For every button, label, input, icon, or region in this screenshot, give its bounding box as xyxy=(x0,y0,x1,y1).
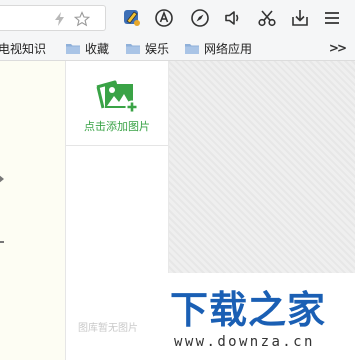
download-icon[interactable] xyxy=(290,8,310,28)
bookmark-tv-knowledge[interactable]: 电视知识 xyxy=(0,36,46,60)
folder-icon xyxy=(66,43,80,54)
paint-brush-icon[interactable] xyxy=(122,8,142,28)
bookmark-label: 收藏 xyxy=(85,41,110,56)
speaker-icon[interactable] xyxy=(223,8,243,28)
add-image-button[interactable]: 点击添加图片 xyxy=(66,61,168,146)
folder-icon xyxy=(185,43,199,54)
watermark-title: 下载之家 xyxy=(170,288,327,332)
adblock-icon[interactable] xyxy=(154,8,174,28)
bookmarks-bar: 电视知识 收藏 娱乐 网络应用 >> xyxy=(0,36,355,61)
lightning-icon[interactable] xyxy=(52,11,68,27)
bookmark-label: 电视知识 xyxy=(0,41,47,56)
add-image-label: 点击添加图片 xyxy=(84,120,150,133)
bookmark-folder-entertainment[interactable]: 娱乐 xyxy=(126,36,169,60)
bookmark-folder-favorites[interactable]: 收藏 xyxy=(66,36,109,60)
watermark-url: www.downza.cn xyxy=(174,334,315,350)
browser-toolbar xyxy=(0,0,355,37)
bookmark-label: 网络应用 xyxy=(204,41,253,56)
divider-mark xyxy=(0,241,4,243)
menu-icon[interactable] xyxy=(322,8,342,28)
folder-icon xyxy=(126,43,140,54)
bookmark-label: 娱乐 xyxy=(145,41,170,56)
address-bar[interactable] xyxy=(0,5,106,31)
compass-icon[interactable] xyxy=(190,8,210,28)
bookmark-folder-web-apps[interactable]: 网络应用 xyxy=(185,36,252,60)
bookmarks-more-button[interactable]: >> xyxy=(329,41,347,55)
gallery-empty-text: 图库暂无图片 xyxy=(78,323,138,334)
expand-arrow-icon[interactable] xyxy=(0,175,5,183)
scissors-icon[interactable] xyxy=(257,8,277,28)
star-icon[interactable] xyxy=(74,11,90,27)
add-image-icon xyxy=(96,80,139,114)
watermark-logo: 下载之家 www.downza.cn xyxy=(146,273,355,360)
left-panel xyxy=(0,61,66,360)
